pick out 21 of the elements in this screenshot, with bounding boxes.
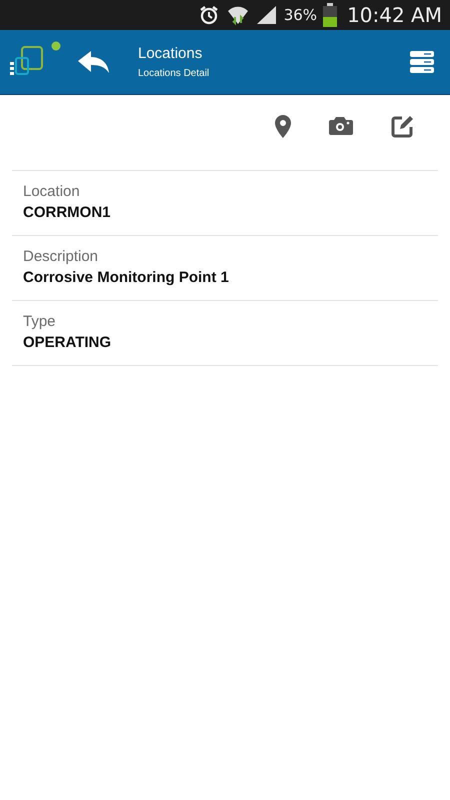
screen-title: Locations: [138, 45, 204, 62]
wifi-icon: [226, 4, 250, 26]
clock-time: 10:42 AM: [347, 3, 442, 27]
field-label: Description: [23, 248, 100, 265]
camera-icon[interactable]: [329, 115, 353, 135]
field-label: Type: [23, 313, 57, 330]
field-value: CORRMON1: [23, 204, 112, 221]
screen-subtitle: Locations Detail: [138, 68, 210, 79]
reply-arrow-icon: [78, 50, 110, 74]
map-pin-icon[interactable]: [274, 115, 292, 139]
back-button[interactable]: [78, 50, 110, 74]
menu-icon: [410, 51, 434, 73]
menu-button[interactable]: [410, 51, 434, 73]
field-label: Location: [23, 183, 81, 200]
edit-icon[interactable]: [390, 115, 414, 139]
signal-icon: [256, 5, 278, 25]
battery-icon: [323, 3, 338, 27]
alarm-icon: [198, 4, 220, 26]
field-value: OPERATING: [23, 334, 112, 351]
battery-percent: 36%: [284, 6, 318, 24]
field-value: Corrosive Monitoring Point 1: [23, 269, 230, 286]
